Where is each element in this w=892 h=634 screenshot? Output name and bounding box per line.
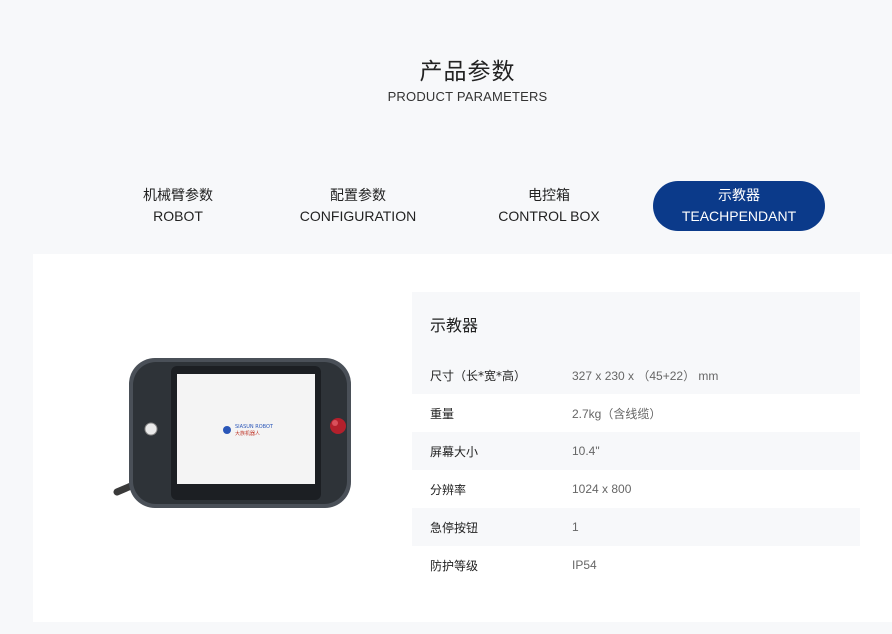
spec-table: 示教器 尺寸（长*宽*高） 327 x 230 x （45+22） mm 重量 …	[412, 292, 860, 584]
spec-value: 1024 x 800	[572, 482, 632, 496]
page-title: 产品参数	[419, 59, 516, 85]
spec-row: 尺寸（长*宽*高） 327 x 230 x （45+22） mm	[412, 356, 860, 394]
spec-heading: 示教器	[412, 292, 860, 356]
emergency-stop-icon	[330, 418, 346, 434]
tab-control-box[interactable]: 电控箱 CONTROL BOX	[463, 181, 635, 231]
spec-value: IP54	[572, 558, 597, 572]
spec-value: 10.4"	[572, 444, 600, 458]
tab-label-cn: 电控箱	[528, 188, 570, 204]
spec-key: 屏幕大小	[430, 444, 479, 459]
tab-label-cn: 示教器	[718, 188, 760, 204]
tab-label-cn: 配置参数	[330, 188, 386, 204]
tab-label-en: TEACHPENDANT	[681, 208, 797, 224]
tab-label-en: CONFIGURATION	[299, 208, 417, 224]
tab-teachpendant[interactable]: 示教器 TEACHPENDANT	[653, 181, 825, 231]
spec-key: 尺寸（长*宽*高）	[430, 368, 527, 383]
spec-row: 重量 2.7kg（含线缆）	[412, 394, 860, 432]
tab-label-en: ROBOT	[153, 208, 203, 224]
spec-row: 急停按钮 1	[412, 508, 860, 546]
tab-label-cn: 机械臂参数	[143, 188, 213, 204]
spec-row: 屏幕大小 10.4"	[412, 432, 860, 470]
logo-mark-icon	[223, 426, 231, 434]
tab-label-en: CONTROL BOX	[498, 208, 600, 224]
enable-button-icon	[144, 422, 158, 436]
tab-robot[interactable]: 机械臂参数 ROBOT	[92, 181, 264, 231]
screen-logo-line1: SIASUN ROBOT	[235, 424, 274, 430]
tab-bar: 机械臂参数 ROBOT 配置参数 CONFIGURATION 电控箱 CONTR…	[92, 181, 842, 231]
teach-pendant-image: SIASUN ROBOT 大族机器人	[111, 352, 356, 512]
spec-value: 1	[572, 520, 579, 534]
section-header: 产品参数 PRODUCT PARAMETERS	[0, 52, 892, 104]
product-card: SIASUN ROBOT 大族机器人 示教器 尺寸（长*宽*高） 327 x 2…	[33, 254, 892, 622]
spec-row: 防护等级 IP54	[412, 546, 860, 584]
spec-row: 分辨率 1024 x 800	[412, 470, 860, 508]
spec-rows: 尺寸（长*宽*高） 327 x 230 x （45+22） mm 重量 2.7k…	[412, 356, 860, 584]
screen-logo-line2: 大族机器人	[235, 430, 260, 437]
spec-value: 327 x 230 x （45+22） mm	[572, 368, 719, 383]
page-subtitle: PRODUCT PARAMETERS	[387, 89, 548, 104]
spec-key: 分辨率	[430, 482, 467, 497]
spec-key: 急停按钮	[430, 520, 479, 535]
tab-configuration[interactable]: 配置参数 CONFIGURATION	[272, 181, 444, 231]
spec-value: 2.7kg（含线缆）	[572, 406, 662, 421]
spec-key: 防护等级	[430, 558, 479, 573]
spec-key: 重量	[430, 406, 455, 421]
